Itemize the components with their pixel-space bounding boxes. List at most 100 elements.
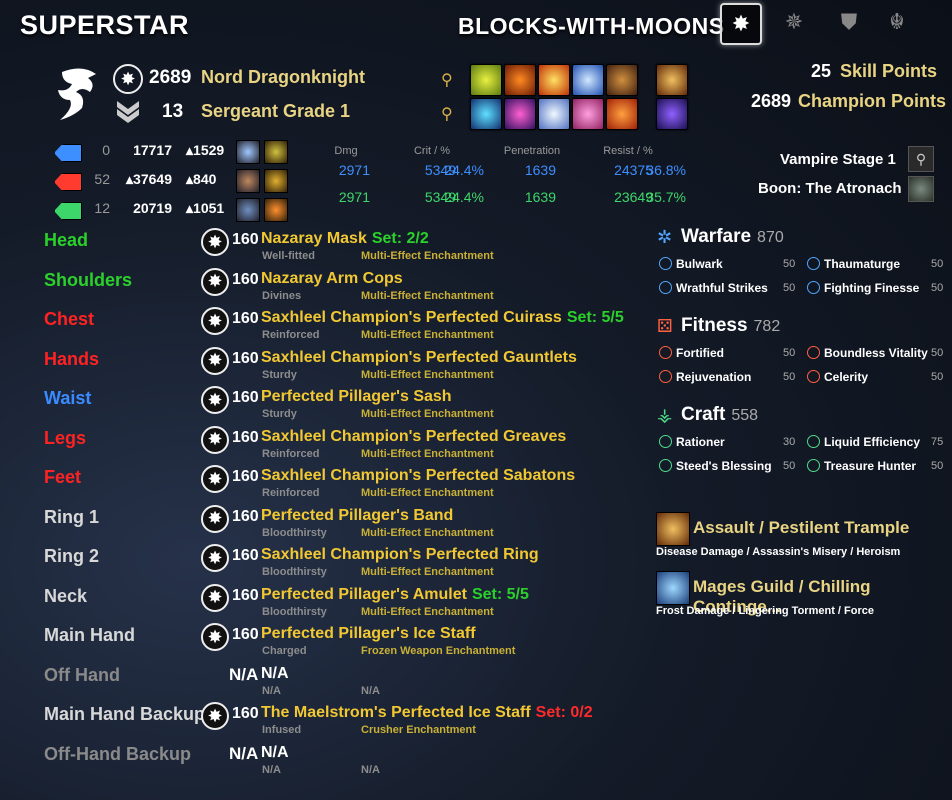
gear-trait: Reinforced	[262, 329, 320, 341]
champion-star-icon: ✸	[201, 544, 229, 572]
tab-champion-stats[interactable]: ✸	[720, 3, 762, 45]
champion-star-slot[interactable]: Rejuvenation	[659, 370, 751, 384]
skill-line-icon-1	[656, 512, 690, 546]
star-slot-icon	[659, 281, 672, 294]
gear-row[interactable]: Main Hand ✸ 160 Perfected Pillager's Ice St…	[0, 623, 640, 663]
skill-slot-10[interactable]	[606, 98, 638, 130]
ultimate-slot-1[interactable]	[656, 64, 688, 96]
gear-enchantment: Crusher Enchantment	[361, 724, 476, 736]
gear-item: Perfected Pillager's Ice Staff	[261, 625, 476, 643]
gear-item-name: N/A	[261, 743, 289, 761]
craft-points: 558	[731, 407, 759, 424]
champion-star-slot[interactable]: Steed's Blessing	[659, 459, 772, 473]
gear-row[interactable]: Main Hand Backup ✸ 160 The Maelstrom's Perf…	[0, 702, 640, 742]
champion-star-name: Treasure Hunter	[824, 459, 917, 473]
star-slot-icon	[807, 370, 820, 383]
champion-star-slot[interactable]: Rationer	[659, 435, 725, 449]
skill-slot-9[interactable]	[572, 98, 604, 130]
stat-crit-pct-2: 24.4%	[444, 189, 484, 205]
gear-trait: N/A	[262, 763, 281, 776]
champion-star-points: 50	[783, 460, 796, 472]
skill-slot-3[interactable]	[538, 64, 570, 96]
champion-star-slot[interactable]: Liquid Efficiency	[807, 435, 920, 449]
gear-trait: Reinforced	[262, 487, 320, 499]
craft-header: Craft 558	[681, 404, 758, 426]
star-burst-icon: ✸	[731, 11, 751, 36]
skill-points-value: 25	[811, 61, 832, 81]
skill-slot-5[interactable]	[606, 64, 638, 96]
skill-slot-8[interactable]	[538, 98, 570, 130]
stat-header-dmg: Dmg	[334, 145, 358, 157]
gear-item-name: Saxhleel Champion's Perfected Sabatons	[261, 467, 576, 484]
vampire-icon: ⚲	[908, 146, 934, 172]
craft-title: Craft	[681, 404, 726, 425]
champion-star-slot[interactable]: Fighting Finesse	[807, 281, 919, 295]
tab-skills[interactable]: ✵	[775, 3, 813, 41]
health-attribute-points: 52	[94, 171, 110, 187]
gear-set-count: Set: 5/5	[471, 585, 529, 603]
gear-row[interactable]: Waist ✸ 160 Perfected Pillager's Sash Sturdy…	[0, 386, 640, 426]
gear-item: Saxhleel Champion's Perfected Cuirass Set…	[261, 309, 624, 327]
gear-enchantment: N/A	[361, 763, 380, 776]
stat-pen-2: 1639	[524, 189, 556, 205]
gear-item: Perfected Pillager's Band	[261, 507, 453, 525]
gear-row[interactable]: Shoulders ✸ 160 Nazaray Arm Cops Divines Mult…	[0, 267, 640, 308]
skill-slot-4[interactable]	[572, 64, 604, 96]
gear-trait: Bloodthirsty	[262, 526, 327, 539]
champion-level: 2689	[149, 67, 192, 88]
gear-row[interactable]: Chest ✸ 160 Saxhleel Champion's Perfected C…	[0, 307, 640, 347]
gear-slot-label: Legs	[44, 427, 87, 448]
gear-slot-label: Off Hand	[44, 664, 120, 685]
gear-row[interactable]: Off Hand N/A N/A N/A N/A	[0, 663, 640, 703]
gear-enchantment: Multi-Effect Enchantment	[361, 605, 494, 618]
champion-star-slot[interactable]: Thaumaturge	[807, 257, 900, 271]
gear-enchantment: Multi-Effect Enchantment	[361, 368, 494, 381]
gear-enchantment: N/A	[361, 684, 380, 697]
gear-level: 160	[232, 586, 259, 604]
gear-slot-label: Waist	[44, 388, 92, 408]
tab-armory[interactable]: ⛊	[830, 3, 868, 41]
gear-item-name: Saxhleel Champion's Perfected Ring	[261, 546, 539, 563]
gear-row[interactable]: Head ✸ 160 Nazaray Mask Set: 2/2 Well-fitted M…	[0, 228, 640, 268]
gear-row[interactable]: Feet ✸ 160 Saxhleel Champion's Perfected Sa…	[0, 465, 640, 505]
champion-star-slot[interactable]: Wrathful Strikes	[659, 281, 768, 295]
gear-level: 160	[232, 468, 259, 485]
skill-line-title-1: Assault / Pestilent Trample	[693, 518, 910, 537]
star-slot-icon	[807, 281, 820, 294]
champion-star-icon: ✸	[201, 504, 229, 533]
gear-row[interactable]: Hands ✸ 160 Saxhleel Champion's Perfected G…	[0, 346, 640, 387]
champion-star-slot[interactable]: Bulwark	[659, 257, 723, 271]
champion-star-slot[interactable]: Boundless Vitality	[807, 346, 928, 360]
champion-star-slot[interactable]: Celerity	[807, 370, 868, 384]
gear-enchantment: Multi-Effect Enchantment	[361, 566, 494, 578]
gear-slot-label: Hands	[44, 348, 100, 369]
gear-level: 160	[232, 310, 259, 327]
champion-points-label: Champion Points	[798, 91, 946, 111]
gear-row[interactable]: Legs ✸ 160 Saxhleel Champion's Perfected Gr…	[0, 425, 640, 466]
health-buff-icon-1	[236, 169, 260, 193]
fitness-header: Fitness 782	[681, 315, 780, 337]
gear-enchantment: Multi-Effect Enchantment	[361, 289, 494, 302]
tab-guild[interactable]: ☬	[878, 3, 916, 41]
stat-header-resist: Resist / %	[603, 145, 653, 157]
champion-star-slot[interactable]: Fortified	[659, 346, 724, 360]
stamina-attribute-points: 12	[94, 200, 110, 216]
gear-row[interactable]: Ring 1 ✸ 160 Perfected Pillager's Band Blood…	[0, 504, 640, 545]
gear-level: 160	[232, 705, 259, 722]
skill-slot-6[interactable]	[470, 98, 502, 130]
gear-item: Perfected Pillager's Sash	[261, 388, 452, 406]
gear-row[interactable]: Neck ✸ 160 Perfected Pillager's Amulet Set: …	[0, 583, 640, 624]
champion-star-name: Wrathful Strikes	[676, 281, 768, 295]
skill-slot-2[interactable]	[504, 64, 536, 96]
gear-enchantment: Multi-Effect Enchantment	[361, 250, 494, 262]
gear-row[interactable]: Off-Hand Backup N/A N/A N/A N/A	[0, 742, 640, 782]
ultimate-slot-2[interactable]	[656, 98, 688, 130]
gear-row[interactable]: Ring 2 ✸ 160 Saxhleel Champion's Perfected …	[0, 544, 640, 584]
mundus-stone-icon	[908, 176, 934, 202]
gear-enchantment: Multi-Effect Enchantment	[361, 487, 494, 499]
fitness-title: Fitness	[681, 315, 748, 336]
skill-slot-7[interactable]	[504, 98, 536, 130]
magicka-buff-icon-1	[236, 140, 260, 164]
skill-slot-1[interactable]	[470, 64, 502, 96]
champion-star-slot[interactable]: Treasure Hunter	[807, 459, 916, 473]
